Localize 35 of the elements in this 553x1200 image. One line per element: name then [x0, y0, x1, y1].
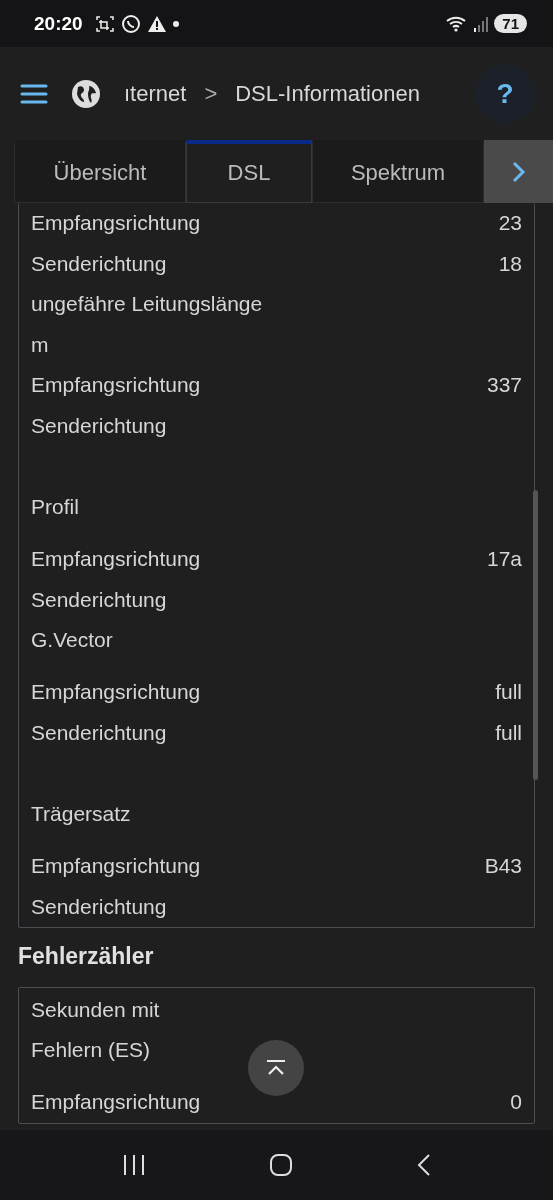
- row-label: Empfangsrichtung: [31, 211, 201, 236]
- breadcrumb-link[interactable]: ıternet: [124, 80, 187, 107]
- group-title: Profil: [31, 495, 79, 519]
- row-label: ungefähre Leitungslänge: [31, 292, 263, 317]
- group-title: Trägersatz: [31, 802, 131, 826]
- row-value: 17a: [486, 547, 522, 572]
- section-heading: Fehlerzähler: [18, 942, 155, 971]
- row-label: Empfangsrichtung: [31, 1090, 201, 1115]
- page-title: DSL-Informationen: [235, 80, 420, 107]
- row-label: Empfangsrichtung: [31, 373, 201, 398]
- breadcrumb-separator: >: [204, 80, 218, 107]
- row-label: Senderichtung: [31, 587, 167, 612]
- row-value: 23: [498, 211, 522, 236]
- help-button[interactable]: ?: [475, 63, 535, 124]
- status-time: 20:20: [34, 12, 83, 35]
- row-label: m: [31, 332, 49, 357]
- row-label: Empfangsrichtung: [31, 547, 201, 572]
- tab[interactable]: Spektrum: [312, 140, 484, 203]
- row-value: 0: [510, 1090, 522, 1115]
- row-value: B43: [484, 854, 522, 879]
- row-value: 337: [486, 373, 522, 398]
- row-value: full: [495, 680, 522, 705]
- row-label: Senderichtung: [31, 720, 167, 745]
- row-value: full: [495, 720, 522, 745]
- row-label: Empfangsrichtung: [31, 680, 201, 705]
- tab[interactable]: DSL: [186, 140, 312, 203]
- tab[interactable]: Übersicht: [14, 140, 186, 203]
- row-label: Senderichtung: [31, 894, 167, 919]
- group-title: G.Vector: [31, 628, 113, 652]
- row-value: 18: [498, 251, 522, 276]
- group-title: Sekunden mit Fehlern (ES): [31, 998, 160, 1061]
- row-label: Senderichtung: [31, 413, 167, 438]
- row-label: Empfangsrichtung: [31, 854, 201, 879]
- battery-indicator: 71: [494, 14, 527, 33]
- row-label: Senderichtung: [31, 251, 167, 276]
